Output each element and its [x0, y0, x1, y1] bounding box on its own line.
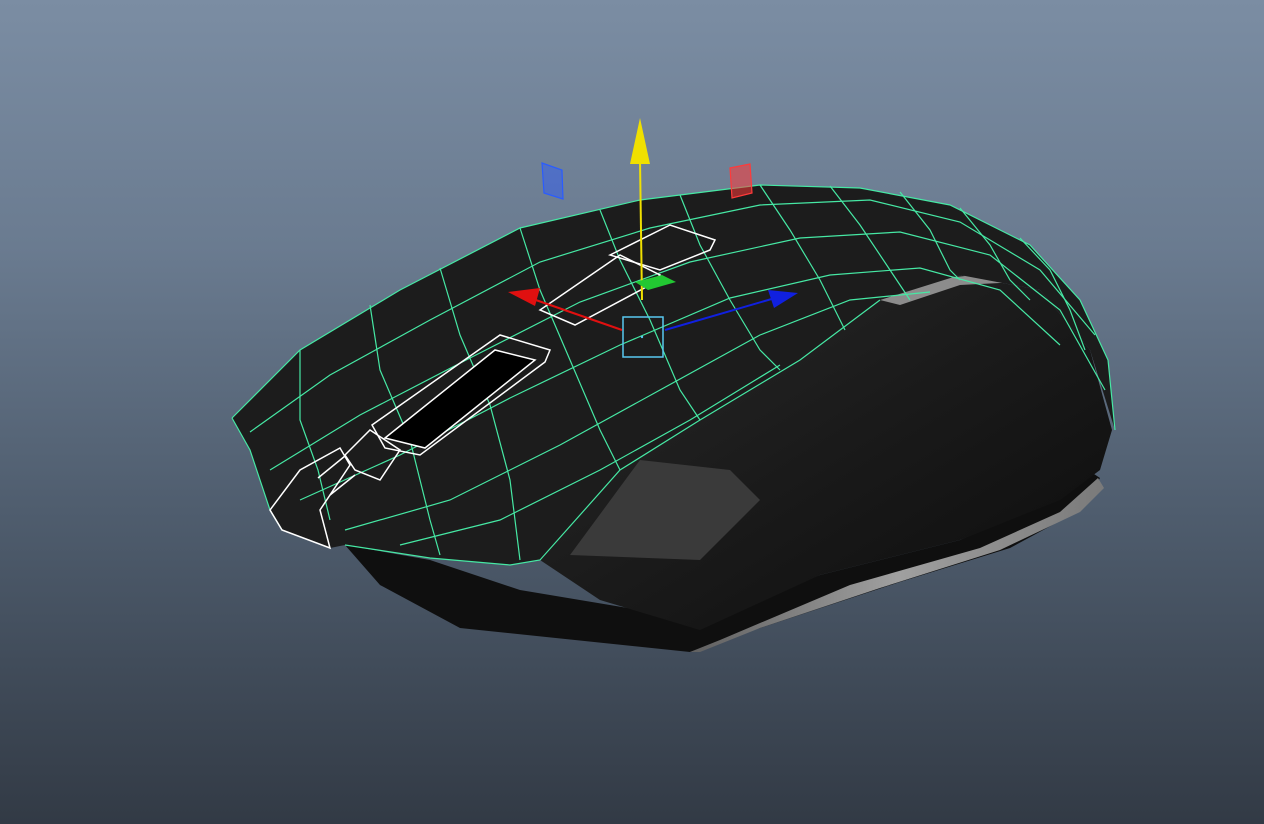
3d-viewport[interactable] [0, 0, 1264, 824]
y-axis-arrow[interactable] [630, 118, 650, 164]
xy-plane-handle[interactable] [541, 162, 564, 200]
viewport-scene[interactable] [0, 0, 1264, 824]
manipulator-center-dot [640, 335, 644, 339]
yz-plane-handle[interactable] [729, 163, 753, 199]
mouse-model[interactable] [231, 184, 1116, 652]
